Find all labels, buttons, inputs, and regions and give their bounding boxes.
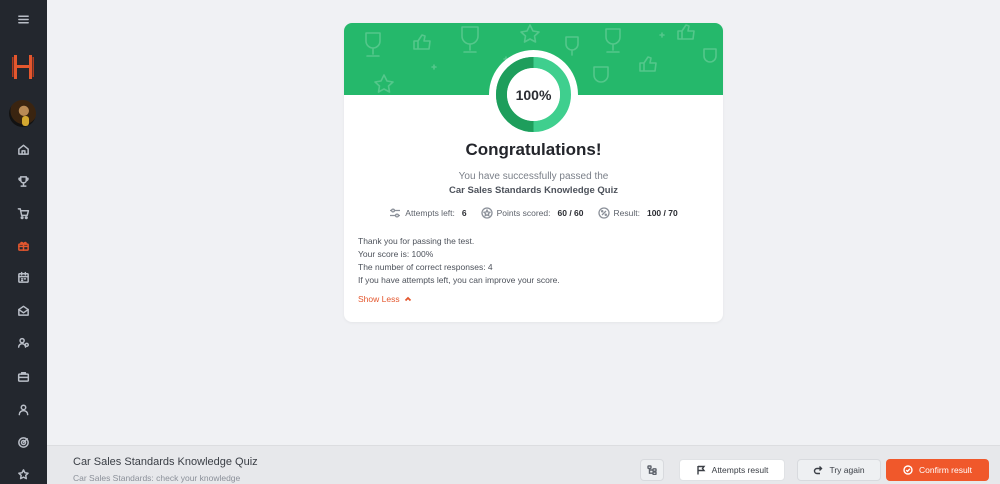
try-again-button[interactable]: Try again [797, 459, 881, 481]
show-less-label: Show Less [358, 294, 400, 304]
stats-row: Attempts left: 6 Points scored: 60 / 60 … [344, 206, 723, 220]
attempts-value: 6 [461, 208, 467, 218]
congrats-title: Congratulations! [465, 140, 602, 159]
calendar-icon[interactable] [0, 265, 47, 289]
structure-button[interactable] [640, 459, 664, 481]
star-icon[interactable] [0, 462, 47, 484]
details-line: The number of correct responses: 4 [358, 262, 493, 272]
result-card: 100% Congratulations! You have successfu… [344, 23, 723, 322]
details-line: Your score is: 100% [358, 249, 434, 259]
flag-icon [696, 465, 706, 475]
quiz-name: Car Sales Standards Knowledge Quiz [449, 185, 618, 196]
trophy-icon[interactable] [0, 169, 47, 193]
mail-icon[interactable] [0, 298, 47, 322]
sidebar [0, 0, 47, 484]
user-icon[interactable] [0, 397, 47, 421]
result-label: Result: [613, 208, 640, 218]
pass-message: You have successfully passed the [458, 171, 609, 182]
users-icon[interactable] [0, 330, 47, 354]
tree-structure-icon [647, 465, 657, 475]
footer-bar: Car Sales Standards Knowledge Quiz Car S… [47, 445, 1000, 484]
footer-quiz-subtitle: Car Sales Standards: check your knowledg… [73, 473, 241, 483]
attempts-label: Attempts left: [405, 208, 455, 218]
gift-icon[interactable] [0, 233, 47, 257]
redo-icon [814, 466, 823, 475]
show-less-toggle[interactable]: Show Less [358, 294, 412, 304]
target-icon[interactable] [0, 430, 47, 454]
details-line: If you have attempts left, you can impro… [358, 275, 560, 285]
confirm-result-button[interactable]: Confirm result [886, 459, 989, 481]
avatar[interactable] [9, 100, 36, 127]
chevron-up-icon [404, 296, 411, 302]
points-value: 60 / 60 [557, 208, 584, 218]
home-icon[interactable] [0, 137, 47, 161]
result-details: Thank you for passing the test. Your sco… [358, 235, 708, 287]
score-ring: 100% [489, 50, 578, 139]
attempts-result-label: Attempts result [711, 465, 769, 475]
score-percent: 100% [515, 86, 552, 103]
footer-quiz-title: Car Sales Standards Knowledge Quiz [73, 456, 258, 468]
cart-icon[interactable] [0, 201, 47, 225]
try-again-label: Try again [829, 465, 865, 475]
attempts-stat: Attempts left: 6 [389, 207, 467, 219]
result-value: 100 / 70 [646, 208, 678, 218]
menu-icon[interactable] [0, 7, 47, 31]
sliders-icon [390, 208, 401, 218]
star-badge-icon [480, 207, 493, 219]
confirm-result-label: Confirm result [919, 465, 972, 475]
briefcase-icon[interactable] [0, 364, 47, 388]
logo[interactable] [12, 53, 34, 81]
attempts-result-button[interactable]: Attempts result [679, 459, 785, 481]
check-circle-icon [903, 465, 913, 475]
points-label: Points scored: [496, 208, 551, 218]
result-stat: Result: 100 / 70 [597, 207, 678, 219]
points-stat: Points scored: 60 / 60 [480, 207, 584, 219]
percent-badge-icon [597, 207, 610, 219]
details-line: Thank you for passing the test. [358, 236, 475, 246]
